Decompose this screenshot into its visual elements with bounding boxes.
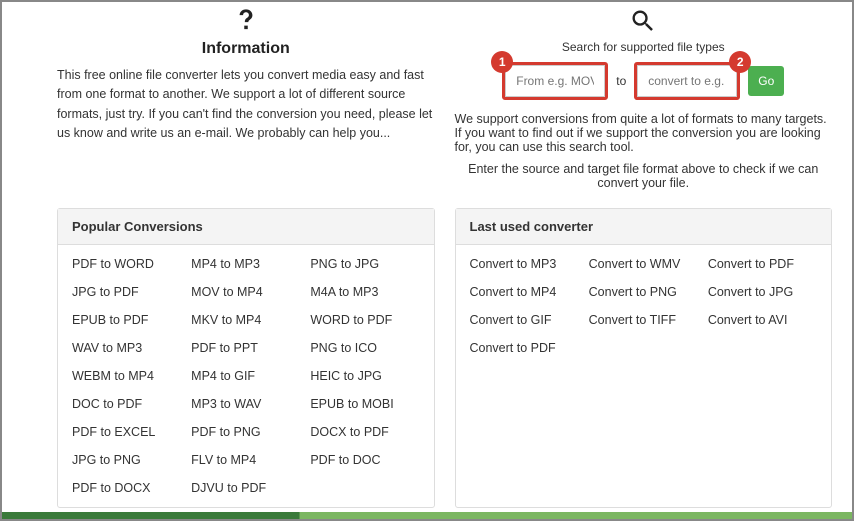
popular-link[interactable]: HEIC to JPG bbox=[310, 369, 419, 383]
popular-link[interactable]: PDF to PNG bbox=[191, 425, 300, 439]
from-input[interactable] bbox=[505, 65, 605, 97]
search-desc-2: Enter the source and target file format … bbox=[455, 162, 833, 190]
popular-link[interactable]: PDF to DOC bbox=[310, 453, 419, 467]
last-link[interactable]: Convert to WMV bbox=[589, 257, 698, 271]
popular-link[interactable]: MP3 to WAV bbox=[191, 397, 300, 411]
last-link[interactable]: Convert to MP4 bbox=[470, 285, 579, 299]
question-icon bbox=[232, 7, 260, 38]
popular-link[interactable]: MOV to MP4 bbox=[191, 285, 300, 299]
popular-link[interactable]: PNG to JPG bbox=[310, 257, 419, 271]
popular-link[interactable]: PDF to PPT bbox=[191, 341, 300, 355]
info-title: Information bbox=[57, 40, 435, 58]
search-header: Search for supported file types bbox=[455, 7, 833, 54]
last-link[interactable]: Convert to TIFF bbox=[589, 313, 698, 327]
search-row: 1 to 2 Go bbox=[455, 62, 833, 100]
popular-link[interactable]: WAV to MP3 bbox=[72, 341, 181, 355]
popular-link[interactable]: DOC to PDF bbox=[72, 397, 181, 411]
search-desc-1: We support conversions from quite a lot … bbox=[455, 112, 833, 154]
last-link[interactable]: Convert to AVI bbox=[708, 313, 817, 327]
last-grid: Convert to MP3 Convert to WMV Convert to P… bbox=[470, 257, 818, 355]
popular-link[interactable]: PNG to ICO bbox=[310, 341, 419, 355]
info-desc: This free online file converter lets you… bbox=[57, 66, 435, 144]
go-button[interactable]: Go bbox=[748, 66, 784, 96]
to-input[interactable] bbox=[637, 65, 737, 97]
last-link[interactable]: Convert to GIF bbox=[470, 313, 579, 327]
search-icon bbox=[629, 7, 657, 38]
to-input-highlight: 2 bbox=[634, 62, 740, 100]
last-title: Last used converter bbox=[456, 209, 832, 245]
popular-link[interactable]: M4A to MP3 bbox=[310, 285, 419, 299]
popular-link[interactable]: MKV to MP4 bbox=[191, 313, 300, 327]
popular-link[interactable]: JPG to PDF bbox=[72, 285, 181, 299]
footer-bar bbox=[2, 512, 852, 519]
popular-link[interactable]: PDF to WORD bbox=[72, 257, 181, 271]
last-link[interactable]: Convert to PDF bbox=[470, 341, 579, 355]
popular-link[interactable]: WORD to PDF bbox=[310, 313, 419, 327]
popular-link[interactable]: WEBM to MP4 bbox=[72, 369, 181, 383]
popular-link[interactable]: EPUB to PDF bbox=[72, 313, 181, 327]
info-header: Information bbox=[57, 7, 435, 58]
popular-link[interactable]: PDF to DOCX bbox=[72, 481, 181, 495]
popular-link[interactable]: FLV to MP4 bbox=[191, 453, 300, 467]
popular-link[interactable]: MP4 to MP3 bbox=[191, 257, 300, 271]
popular-link[interactable]: DOCX to PDF bbox=[310, 425, 419, 439]
to-label: to bbox=[616, 74, 626, 88]
popular-title: Popular Conversions bbox=[58, 209, 434, 245]
last-link[interactable]: Convert to PDF bbox=[708, 257, 817, 271]
popular-link[interactable]: DJVU to PDF bbox=[191, 481, 300, 495]
last-link[interactable]: Convert to MP3 bbox=[470, 257, 579, 271]
last-link[interactable]: Convert to PNG bbox=[589, 285, 698, 299]
popular-link[interactable]: MP4 to GIF bbox=[191, 369, 300, 383]
last-panel: Last used converter Convert to MP3Conver… bbox=[455, 208, 833, 508]
from-input-highlight: 1 bbox=[502, 62, 608, 100]
popular-grid: PDF to WORD MP4 to MP3 PNG to JPG JPG to PD… bbox=[72, 257, 420, 495]
popular-panel: Popular Conversions PDF to WORD MP4 to MP… bbox=[57, 208, 435, 508]
popular-link[interactable]: JPG to PNG bbox=[72, 453, 181, 467]
last-link[interactable]: Convert to JPG bbox=[708, 285, 817, 299]
popular-link[interactable]: PDF to EXCEL bbox=[72, 425, 181, 439]
popular-link[interactable]: EPUB to MOBI bbox=[310, 397, 419, 411]
search-title: Search for supported file types bbox=[455, 40, 833, 54]
